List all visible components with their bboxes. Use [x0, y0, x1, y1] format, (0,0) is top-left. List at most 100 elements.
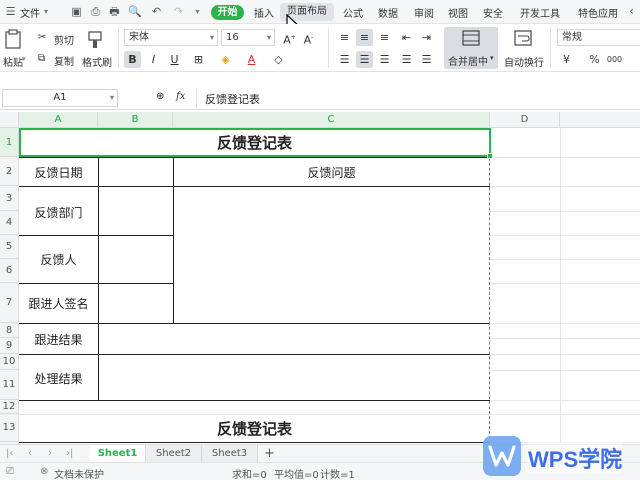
cut-button[interactable]: 剪切	[54, 32, 74, 47]
increase-font-icon[interactable]: A+	[281, 29, 298, 47]
indent-increase-icon[interactable]: ⇥	[418, 29, 435, 46]
underline-button[interactable]: U	[166, 51, 183, 68]
decrease-font-icon[interactable]: A-	[300, 29, 317, 47]
align-left-icon[interactable]: ☰	[336, 51, 353, 68]
paste-icon[interactable]	[4, 29, 22, 49]
tab-developer[interactable]: 开发工具	[520, 5, 560, 20]
align-middle-icon[interactable]: ≡	[356, 29, 373, 46]
sheet-tab-2[interactable]: Sheet2	[146, 445, 202, 463]
last-sheet-icon[interactable]: ›|	[66, 448, 73, 459]
column-header-d[interactable]: D	[490, 112, 560, 128]
justify-icon[interactable]: ☰	[398, 51, 415, 68]
export-icon[interactable]: ⎙	[89, 5, 102, 18]
align-top-icon[interactable]: ≡	[336, 29, 353, 46]
tab-view[interactable]: 视图	[448, 5, 468, 20]
thousands-separator-button[interactable]: 000	[606, 51, 623, 68]
align-bottom-icon[interactable]: ≡	[376, 29, 393, 46]
row-header-11[interactable]: 11	[0, 370, 19, 400]
column-header-c[interactable]: C	[173, 112, 490, 128]
font-size-value: 16	[226, 32, 239, 43]
hamburger-menu-icon[interactable]: ☰	[4, 5, 17, 18]
label-follow-up-result: 跟进结果	[34, 333, 83, 347]
bold-button[interactable]: B	[124, 51, 141, 68]
clear-format-icon[interactable]: ◇	[270, 51, 287, 68]
font-name-select[interactable]: 宋体 ▾	[124, 29, 218, 46]
copy-icon[interactable]: ⧉	[38, 53, 45, 64]
row-header-5[interactable]: 5	[0, 235, 19, 259]
gridline	[490, 211, 640, 212]
column-header-e[interactable]	[560, 112, 640, 128]
tab-review[interactable]: 审阅	[414, 5, 434, 20]
document-protection-status[interactable]: 文档未保护	[54, 466, 104, 480]
italic-button[interactable]: I	[145, 51, 162, 68]
align-right-icon[interactable]: ☰	[376, 51, 393, 68]
wrap-text-button[interactable]: 自动换行	[504, 54, 544, 69]
tab-insert[interactable]: 插入	[254, 5, 274, 20]
tab-start[interactable]: 开始	[211, 5, 244, 20]
row-header-13[interactable]: 13	[0, 414, 19, 442]
paste-dropdown-icon[interactable]: ▾	[22, 55, 26, 63]
select-all-corner[interactable]	[0, 112, 19, 128]
row-header-10[interactable]: 10	[0, 354, 19, 370]
row-header-6[interactable]: 6	[0, 259, 19, 283]
percent-button[interactable]: %	[586, 51, 603, 68]
row-header-9[interactable]: 9	[0, 338, 19, 354]
row-header-1[interactable]: 1	[0, 128, 19, 157]
column-header-b[interactable]: B	[98, 112, 173, 128]
sheet-tab-3[interactable]: Sheet3	[202, 445, 258, 463]
zoom-formula-icon[interactable]: ⊕	[156, 91, 164, 102]
fill-handle[interactable]	[487, 153, 493, 159]
format-painter-button[interactable]: 格式刷	[82, 54, 112, 69]
redo-icon[interactable]: ↷	[172, 5, 185, 18]
paste-button[interactable]: 粘贴	[3, 54, 23, 69]
cut-icon[interactable]: ✂	[38, 32, 46, 43]
tab-security[interactable]: 安全	[483, 5, 503, 20]
align-center-icon[interactable]: ☰	[356, 51, 373, 68]
merge-center-button[interactable]: 合并居中 ▾	[444, 27, 498, 69]
add-sheet-button[interactable]: +	[264, 446, 275, 461]
count-status: 计数=1	[320, 470, 355, 480]
gridline	[490, 157, 640, 158]
save-icon[interactable]: ▣	[70, 5, 83, 18]
undo-icon[interactable]: ↶	[150, 5, 163, 18]
distributed-icon[interactable]: ☰	[418, 51, 435, 68]
next-sheet-icon[interactable]: ›	[48, 448, 52, 459]
number-format-select[interactable]: 常规	[557, 29, 640, 46]
row-header-12[interactable]: 12	[0, 400, 19, 414]
macro-icon[interactable]: ⎚	[6, 466, 14, 477]
indent-decrease-icon[interactable]: ⇤	[398, 29, 415, 46]
formula-input[interactable]: 反馈登记表	[205, 91, 260, 107]
file-menu[interactable]: 文件	[20, 5, 40, 20]
insert-function-button[interactable]: fx	[176, 91, 185, 102]
file-dropdown-icon[interactable]: ▾	[44, 7, 48, 16]
tab-data[interactable]: 数据	[378, 5, 398, 20]
name-box[interactable]: A1 ▾	[2, 89, 118, 107]
tab-formulas[interactable]: 公式	[343, 5, 363, 20]
chevron-down-icon: ▾	[266, 33, 271, 42]
border-icon[interactable]: ⊞	[190, 51, 207, 68]
column-header-a[interactable]: A	[19, 112, 98, 128]
tab-special-apps[interactable]: 特色应用	[578, 5, 622, 20]
more-tabs-icon[interactable]: ‹	[625, 5, 638, 18]
font-color-icon[interactable]: A	[243, 51, 260, 68]
print-preview-icon[interactable]: 🔍	[128, 5, 142, 18]
fill-color-icon[interactable]: ◈	[217, 51, 234, 68]
row-header-8[interactable]: 8	[0, 323, 19, 338]
currency-icon[interactable]: ¥	[558, 51, 575, 68]
prev-sheet-icon[interactable]: ‹	[28, 448, 32, 459]
row-header-3[interactable]: 3	[0, 186, 19, 211]
average-status: 平均值=0	[274, 470, 319, 480]
spreadsheet-grid[interactable]: A B C D 1 2 3 4 5 6 7 8 9 10 11 12 13 14	[0, 112, 640, 444]
row-header-4[interactable]: 4	[0, 211, 19, 235]
first-sheet-icon[interactable]: |‹	[6, 448, 13, 459]
row-header-2[interactable]: 2	[0, 157, 19, 186]
format-painter-icon[interactable]	[86, 29, 104, 49]
wrap-text-icon[interactable]	[514, 30, 532, 46]
sheet-tab-1[interactable]: Sheet1	[90, 445, 146, 463]
quick-access-more-icon[interactable]: ▾	[191, 5, 204, 18]
gridline	[490, 186, 640, 187]
row-header-7[interactable]: 7	[0, 283, 19, 323]
copy-button[interactable]: 复制	[54, 53, 74, 68]
font-size-select[interactable]: 16 ▾	[221, 29, 275, 46]
print-icon[interactable]: 🖶	[108, 5, 121, 18]
